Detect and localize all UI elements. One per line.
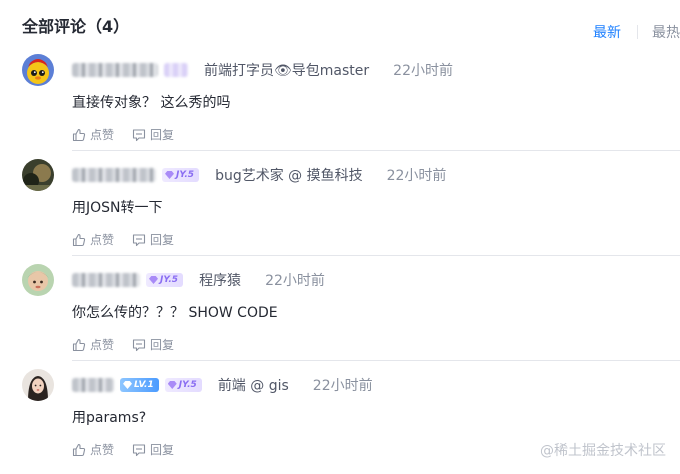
user-role: 前端 @ gis — [217, 378, 289, 394]
sort-tabs: 最新 最热 — [593, 22, 680, 42]
username-blurred[interactable] — [72, 63, 158, 77]
comment-item: JY.5 bug艺术家 @ 摸鱼科技 22小时前 用JOSN转一下 点赞 回复 — [22, 159, 680, 263]
comment-time: 22小时前 — [265, 273, 325, 289]
avatar[interactable] — [22, 159, 54, 191]
comment-meta: LV.1 JY.5 前端 @ gis 22小时前 — [72, 375, 373, 395]
lv-level-badge: LV.1 — [120, 378, 159, 392]
watermark: @稀土掘金技术社区 — [540, 443, 666, 459]
like-label: 点赞 — [90, 233, 115, 247]
comment-content: 用params? — [72, 410, 147, 426]
reply-button[interactable]: 回复 — [132, 441, 174, 458]
comment-item: JY.5 程序猿 22小时前 你怎么传的？？？ SHOW CODE 点赞 回复 — [22, 264, 680, 368]
reply-label: 回复 — [150, 443, 175, 457]
comment-actions: 点赞 回复 — [72, 441, 192, 458]
comment-time: 22小时前 — [386, 168, 447, 184]
comment-content: 用JOSN转一下 — [72, 200, 163, 216]
jy-level-badge: JY.5 — [146, 273, 184, 287]
jy-level-badge: JY.5 — [164, 378, 202, 392]
like-button[interactable]: 点赞 — [72, 336, 114, 353]
gem-icon — [149, 276, 158, 284]
thumbs-up-icon — [72, 338, 86, 351]
jy-level-badge: JY.5 — [162, 168, 200, 182]
reply-label: 回复 — [150, 128, 175, 142]
comment-item: 前端打字员👁导包master 22小时前 直接传对象？ 这么秀的吗 点赞 回复 — [22, 54, 680, 158]
like-label: 点赞 — [90, 338, 115, 352]
sort-tab-newest[interactable]: 最新 — [593, 22, 621, 42]
level-icon — [123, 381, 132, 389]
reply-button[interactable]: 回复 — [132, 336, 174, 353]
thumbs-up-icon — [72, 443, 86, 456]
comment-icon — [132, 128, 146, 141]
reply-button[interactable]: 回复 — [132, 126, 174, 143]
user-role: 程序猿 — [199, 273, 242, 289]
like-label: 点赞 — [90, 128, 115, 142]
sort-divider — [637, 25, 638, 39]
avatar-image — [22, 54, 54, 86]
username-blurred[interactable] — [72, 168, 156, 182]
level-badge-blurred — [164, 63, 188, 77]
user-role: bug艺术家 @ 摸鱼科技 — [215, 168, 363, 184]
reply-label: 回复 — [150, 233, 175, 247]
comment-icon — [132, 338, 146, 351]
thumbs-up-icon — [72, 128, 86, 141]
reply-label: 回复 — [150, 338, 175, 352]
like-button[interactable]: 点赞 — [72, 441, 114, 458]
thumbs-up-icon — [72, 233, 86, 246]
comment-actions: 点赞 回复 — [72, 231, 192, 248]
like-label: 点赞 — [90, 443, 115, 457]
comment-actions: 点赞 回复 — [72, 336, 192, 353]
comment-divider — [72, 360, 680, 361]
comment-content: 直接传对象？ 这么秀的吗 — [72, 95, 231, 111]
user-role: 前端打字员👁导包master — [204, 63, 370, 79]
comment-content: 你怎么传的？？？ SHOW CODE — [72, 305, 278, 321]
like-button[interactable]: 点赞 — [72, 231, 114, 248]
comment-meta: JY.5 bug艺术家 @ 摸鱼科技 22小时前 — [72, 165, 446, 185]
comment-time: 22小时前 — [312, 378, 373, 394]
comment-time: 22小时前 — [393, 63, 453, 79]
like-button[interactable]: 点赞 — [72, 126, 114, 143]
comments-title: 全部评论（4） — [22, 17, 130, 36]
comments-header: 全部评论（4） 最新 最热 — [22, 10, 680, 42]
comment-actions: 点赞 回复 — [72, 126, 192, 143]
avatar-image — [22, 159, 54, 191]
username-blurred[interactable] — [72, 378, 114, 392]
avatar[interactable] — [22, 54, 54, 86]
sort-tab-hottest[interactable]: 最热 — [652, 22, 680, 42]
avatar-image — [22, 264, 54, 296]
gem-icon — [167, 381, 177, 389]
comment-icon — [132, 443, 146, 456]
comment-icon — [132, 233, 146, 246]
avatar[interactable] — [22, 369, 54, 401]
comment-divider — [72, 255, 680, 256]
gem-icon — [165, 171, 174, 179]
username-blurred[interactable] — [72, 273, 140, 287]
reply-button[interactable]: 回复 — [132, 231, 174, 248]
avatar[interactable] — [22, 264, 54, 296]
comment-meta: 前端打字员👁导包master 22小时前 — [72, 60, 453, 80]
comment-meta: JY.5 程序猿 22小时前 — [72, 270, 325, 290]
comment-divider — [72, 150, 680, 151]
avatar-image — [22, 369, 54, 401]
